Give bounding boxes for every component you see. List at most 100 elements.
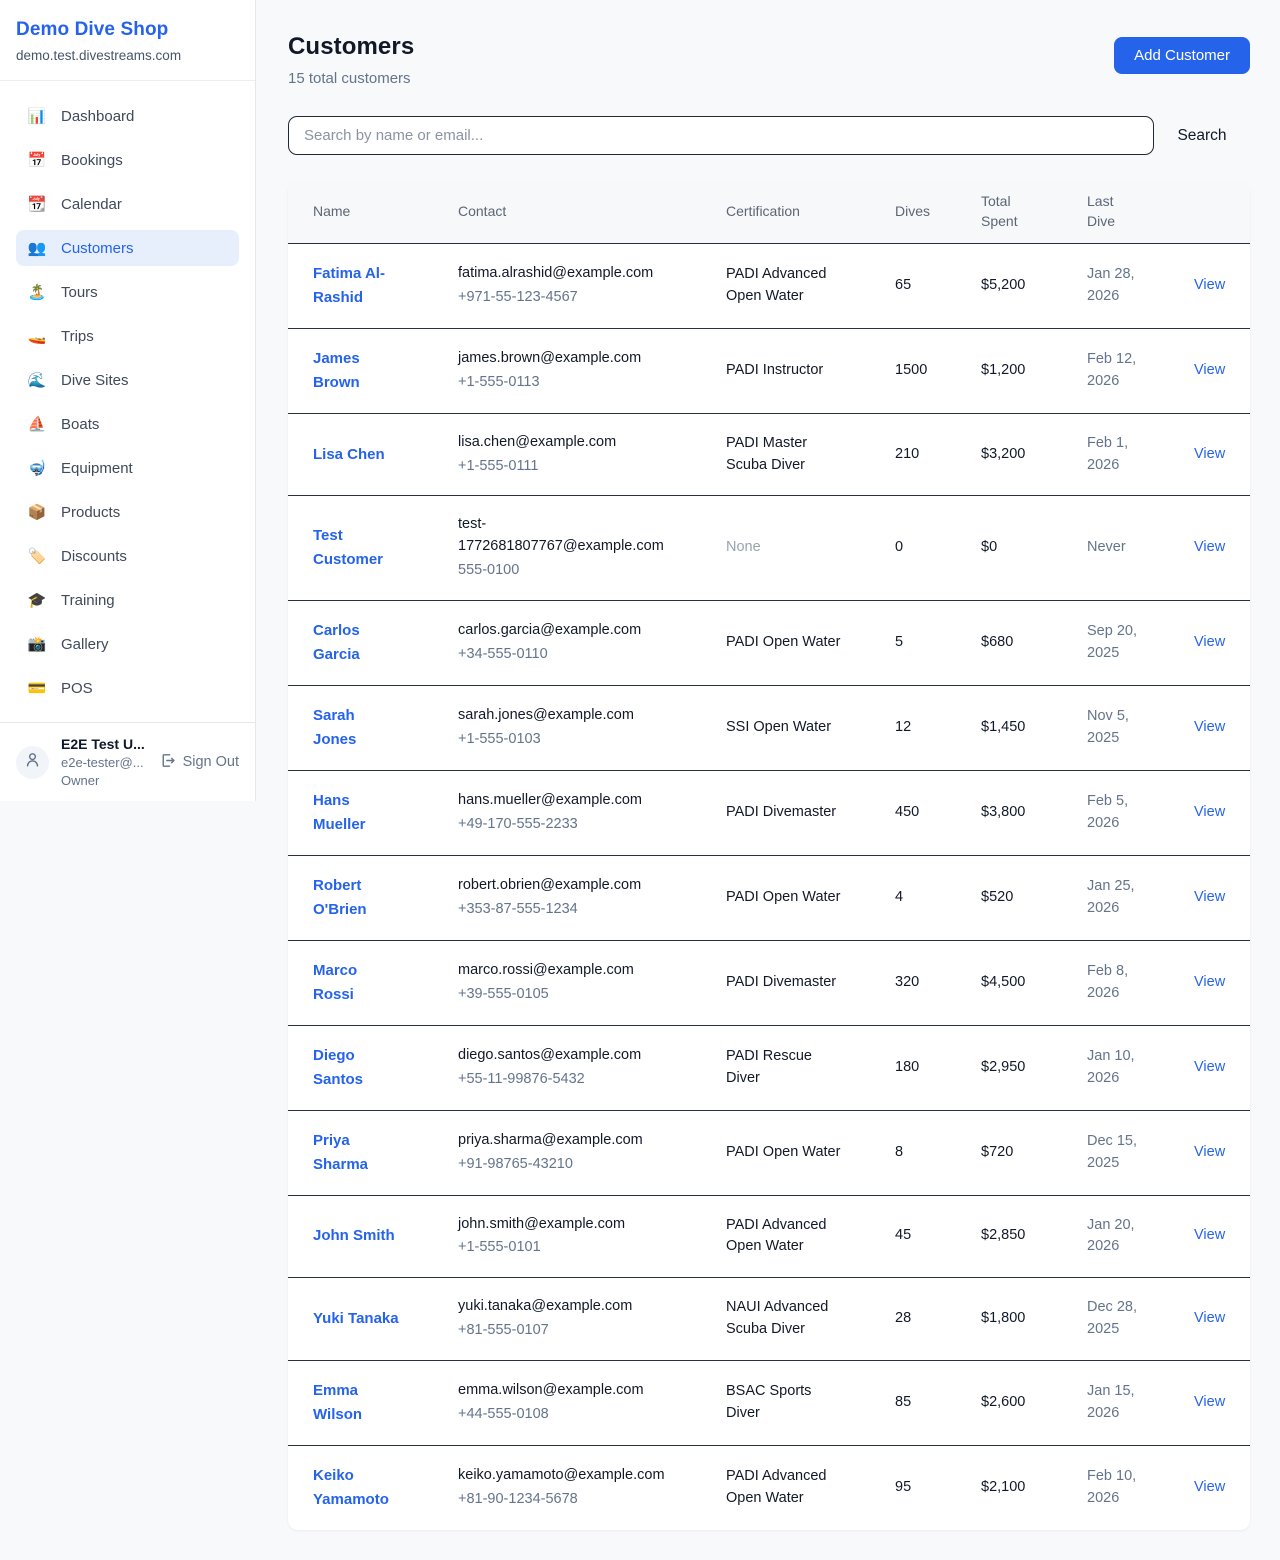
table-row: Robert O'Brien robert.obrien@example.com… [288, 855, 1250, 940]
customer-dives: 8 [895, 1144, 903, 1160]
trips-icon: 🚤 [27, 327, 47, 345]
customer-contact: priya.sharma@example.com +91-98765-43210 [458, 1130, 670, 1176]
customer-certification: None [726, 537, 844, 559]
sidebar-item-tours[interactable]: 🏝️ Tours [16, 274, 239, 310]
sidebar-item-dashboard[interactable]: 📊 Dashboard [16, 98, 239, 134]
customer-last-dive: Jan 28, 2026 [1087, 264, 1149, 308]
sidebar-item-bookings[interactable]: 📅 Bookings [16, 142, 239, 178]
sidebar-item-calendar[interactable]: 📆 Calendar [16, 186, 239, 222]
sidebar-item-discounts[interactable]: 🏷️ Discounts [16, 538, 239, 574]
customer-email: robert.obrien@example.com [458, 875, 670, 897]
customer-certification: PADI Advanced Open Water [726, 264, 844, 308]
view-customer-link[interactable]: View [1194, 1394, 1225, 1410]
customer-name-link[interactable]: Keiko Yamamoto [313, 1464, 401, 1512]
customer-email: test-1772681807767@example.com [458, 514, 670, 558]
customer-total-spent: $680 [981, 634, 1013, 650]
sidebar-item-customers[interactable]: 👥 Customers [16, 230, 239, 266]
customer-name-link[interactable]: Lisa Chen [313, 443, 385, 467]
customer-last-dive: Feb 10, 2026 [1087, 1466, 1149, 1510]
customer-name-link[interactable]: Carlos Garcia [313, 619, 401, 667]
table-row: Fatima Al-Rashid fatima.alrashid@example… [288, 243, 1250, 328]
customer-email: priya.sharma@example.com [458, 1130, 670, 1152]
customer-name-link[interactable]: Priya Sharma [313, 1129, 401, 1177]
customer-name-link[interactable]: Sarah Jones [313, 704, 401, 752]
customer-last-dive: Feb 8, 2026 [1087, 961, 1149, 1005]
customer-name-link[interactable]: Fatima Al-Rashid [313, 262, 401, 310]
customer-phone: +1-555-0111 [458, 456, 670, 478]
customer-name-link[interactable]: Marco Rossi [313, 959, 401, 1007]
customer-name-link[interactable]: Robert O'Brien [313, 874, 401, 922]
customer-last-dive: Feb 1, 2026 [1087, 433, 1149, 477]
view-customer-link[interactable]: View [1194, 974, 1225, 990]
view-customer-link[interactable]: View [1194, 889, 1225, 905]
customer-certification: BSAC Sports Diver [726, 1381, 844, 1425]
equipment-icon: 🤿 [27, 459, 47, 477]
sidebar-item-trips[interactable]: 🚤 Trips [16, 318, 239, 354]
view-customer-link[interactable]: View [1194, 1479, 1225, 1495]
customer-last-dive: Jan 20, 2026 [1087, 1215, 1149, 1259]
sidebar-item-boats[interactable]: ⛵ Boats [16, 406, 239, 442]
search-input[interactable] [288, 116, 1154, 155]
customer-email: emma.wilson@example.com [458, 1380, 670, 1402]
view-customer-link[interactable]: View [1194, 277, 1225, 293]
sidebar-item-equipment[interactable]: 🤿 Equipment [16, 450, 239, 486]
customer-name-link[interactable]: James Brown [313, 347, 401, 395]
customer-phone: 555-0100 [458, 560, 670, 582]
sign-out-icon [159, 752, 176, 773]
customer-email: yuki.tanaka@example.com [458, 1296, 670, 1318]
view-customer-link[interactable]: View [1194, 1227, 1225, 1243]
customer-dives: 85 [895, 1394, 911, 1410]
pos-icon: 💳 [27, 679, 47, 697]
search-button[interactable]: Search [1154, 127, 1250, 145]
sidebar-item-dive-sites[interactable]: 🌊 Dive Sites [16, 362, 239, 398]
table-row: John Smith john.smith@example.com +1-555… [288, 1195, 1250, 1278]
sign-out-label: Sign Out [183, 754, 239, 770]
customer-name-link[interactable]: Hans Mueller [313, 789, 401, 837]
customer-name-link[interactable]: Yuki Tanaka [313, 1307, 399, 1331]
customer-last-dive: Jan 15, 2026 [1087, 1381, 1149, 1425]
customer-phone: +55-11-99876-5432 [458, 1069, 670, 1091]
view-customer-link[interactable]: View [1194, 446, 1225, 462]
customer-name-link[interactable]: Test Customer [313, 524, 401, 572]
sidebar-item-label: Discounts [61, 548, 127, 565]
sidebar-item-label: Calendar [61, 196, 122, 213]
view-customer-link[interactable]: View [1194, 804, 1225, 820]
view-customer-link[interactable]: View [1194, 719, 1225, 735]
customer-last-dive: Dec 28, 2025 [1087, 1297, 1149, 1341]
sign-out-button[interactable]: Sign Out [159, 752, 239, 773]
customer-phone: +44-555-0108 [458, 1404, 670, 1426]
column-header-actions [1194, 181, 1250, 243]
view-customer-link[interactable]: View [1194, 539, 1225, 555]
sidebar-item-label: Boats [61, 416, 99, 433]
customer-total-spent: $2,950 [981, 1059, 1025, 1075]
customer-name-link[interactable]: John Smith [313, 1224, 395, 1248]
add-customer-button[interactable]: Add Customer [1114, 37, 1250, 74]
page-title: Customers [288, 33, 414, 61]
view-customer-link[interactable]: View [1194, 1310, 1225, 1326]
customer-phone: +34-555-0110 [458, 644, 670, 666]
table-row: Sarah Jones sarah.jones@example.com +1-5… [288, 685, 1250, 770]
customer-certification: PADI Divemaster [726, 802, 844, 824]
customer-contact: john.smith@example.com +1-555-0101 [458, 1214, 670, 1260]
table-row: Carlos Garcia carlos.garcia@example.com … [288, 600, 1250, 685]
customer-dives: 180 [895, 1059, 919, 1075]
sidebar-item-training[interactable]: 🎓 Training [16, 582, 239, 618]
view-customer-link[interactable]: View [1194, 1059, 1225, 1075]
calendar-icon: 📆 [27, 195, 47, 213]
customer-last-dive: Dec 15, 2025 [1087, 1131, 1149, 1175]
customer-name-link[interactable]: Diego Santos [313, 1044, 401, 1092]
sidebar-item-products[interactable]: 📦 Products [16, 494, 239, 530]
discounts-icon: 🏷️ [27, 547, 47, 565]
view-customer-link[interactable]: View [1194, 1144, 1225, 1160]
sidebar-item-pos[interactable]: 💳 POS [16, 670, 239, 706]
sidebar-item-gallery[interactable]: 📸 Gallery [16, 626, 239, 662]
column-header-dives: Dives [895, 181, 981, 243]
customers-table-card: Name Contact Certification Dives Total S… [288, 181, 1250, 1530]
customer-total-spent: $1,800 [981, 1310, 1025, 1326]
table-row: Priya Sharma priya.sharma@example.com +9… [288, 1110, 1250, 1195]
view-customer-link[interactable]: View [1194, 362, 1225, 378]
customer-dives: 1500 [895, 362, 927, 378]
customer-name-link[interactable]: Emma Wilson [313, 1379, 401, 1427]
user-avatar [16, 746, 49, 779]
view-customer-link[interactable]: View [1194, 634, 1225, 650]
